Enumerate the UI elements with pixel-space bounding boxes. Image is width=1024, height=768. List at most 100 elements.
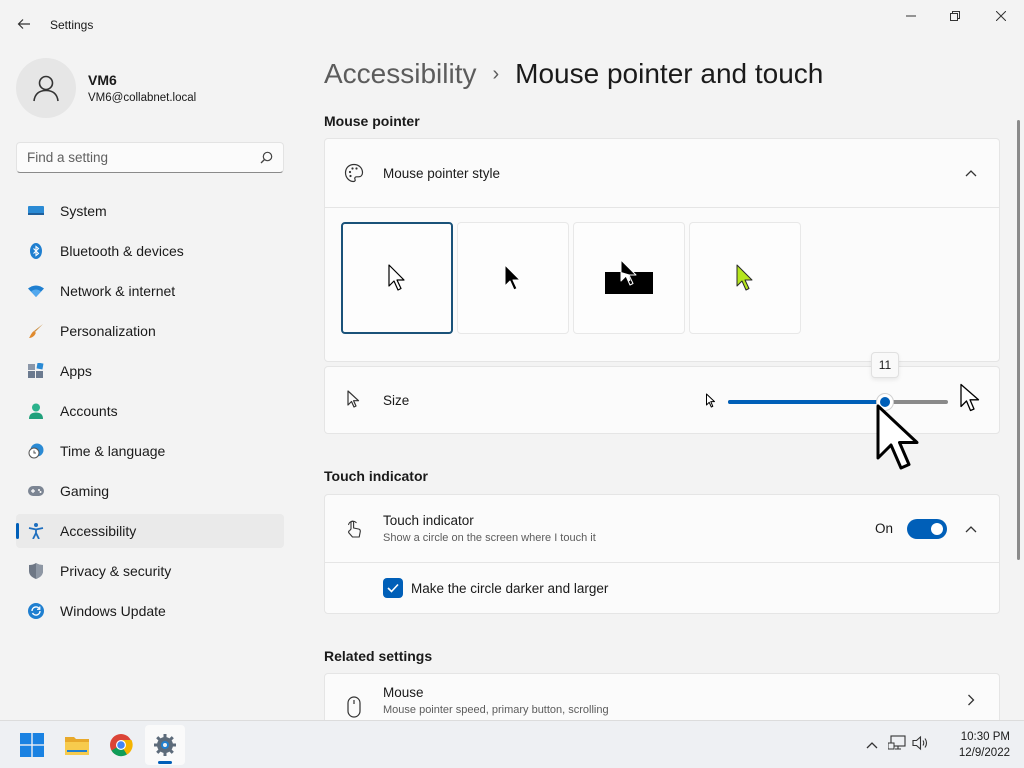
sidebar-item-label: Network & internet — [60, 283, 176, 299]
sidebar-item-gaming[interactable]: Gaming — [16, 474, 284, 508]
chrome-icon — [110, 734, 133, 757]
sidebar-item-label: Bluetooth & devices — [60, 243, 184, 259]
mouse-cursor-icon — [876, 404, 919, 470]
touch-hand-icon — [343, 518, 365, 540]
mouse-icon — [343, 696, 365, 718]
bluetooth-icon — [28, 243, 44, 259]
file-explorer-button[interactable] — [57, 725, 97, 765]
size-label: Size — [383, 392, 410, 408]
section-heading-mouse-pointer: Mouse pointer — [324, 113, 420, 129]
close-icon — [996, 11, 1006, 21]
touch-indicator-card: Touch indicator Show a circle on the scr… — [324, 494, 1000, 614]
sidebar-item-accessibility[interactable]: Accessibility — [16, 514, 284, 548]
clock[interactable]: 10:30 PM 12/9/2022 — [944, 729, 1010, 761]
size-slider-fill — [728, 400, 885, 404]
scrollbar[interactable] — [1017, 120, 1020, 560]
app-title: Settings — [50, 18, 94, 32]
sidebar-item-apps[interactable]: Apps — [16, 354, 284, 388]
brush-icon — [28, 323, 44, 339]
pointer-style-options — [325, 207, 999, 361]
apps-icon — [28, 363, 44, 379]
checkmark-icon — [387, 583, 399, 593]
title-bar: Settings — [0, 0, 1024, 48]
person-icon — [28, 403, 44, 419]
start-button[interactable] — [12, 725, 52, 765]
sidebar-item-windows-update[interactable]: Windows Update — [16, 594, 284, 628]
pointer-style-black[interactable] — [457, 222, 569, 334]
chevron-up-icon[interactable] — [959, 169, 983, 177]
folder-icon — [65, 737, 89, 755]
sidebar-item-label: Personalization — [60, 323, 156, 339]
sidebar-item-label: Gaming — [60, 483, 110, 499]
related-mouse-card[interactable]: Mouse Mouse pointer speed, primary butto… — [324, 673, 1000, 720]
darker-circle-checkbox[interactable] — [383, 578, 403, 598]
volume-icon[interactable] — [912, 735, 930, 756]
minimize-icon — [906, 15, 916, 17]
pointer-style-white[interactable] — [341, 222, 453, 334]
related-mouse-description: Mouse pointer speed, primary button, scr… — [383, 703, 609, 716]
search-icon[interactable] — [260, 151, 273, 164]
touch-indicator-toggle[interactable] — [907, 518, 947, 539]
pointer-style-custom[interactable] — [689, 222, 801, 334]
sidebar-item-label: Accounts — [60, 403, 118, 419]
sidebar-item-label: Windows Update — [60, 603, 166, 619]
back-arrow-icon — [17, 19, 30, 29]
sidebar-item-privacy[interactable]: Privacy & security — [16, 554, 284, 588]
gamepad-icon — [28, 483, 44, 499]
clock-time: 10:30 PM — [960, 731, 1010, 743]
sidebar-item-label: Accessibility — [60, 523, 137, 539]
sidebar-item-network[interactable]: Network & internet — [16, 274, 284, 308]
related-mouse-clip: Mouse Mouse pointer speed, primary butto… — [324, 673, 1000, 720]
system-icon — [28, 203, 44, 219]
restore-icon — [950, 11, 960, 21]
mouse-pointer-style-header[interactable]: Mouse pointer style — [325, 139, 999, 207]
profile-name: VM6 — [88, 72, 117, 88]
accessibility-icon — [28, 523, 44, 539]
large-pointer-icon — [959, 383, 981, 418]
sidebar-item-label: Privacy & security — [60, 563, 172, 579]
touch-indicator-row: Touch indicator Show a circle on the scr… — [325, 495, 999, 563]
pointer-size-icon — [343, 389, 365, 411]
search-box[interactable] — [16, 142, 284, 173]
settings-gear-icon — [154, 734, 176, 756]
back-button[interactable] — [10, 10, 38, 38]
breadcrumb: Accessibility › Mouse pointer and touch — [324, 58, 823, 90]
maximize-button[interactable] — [932, 0, 978, 32]
settings-taskbar-button[interactable] — [145, 725, 185, 765]
clock-globe-icon — [28, 443, 44, 459]
black-pointer-icon — [504, 264, 521, 291]
page-title: Mouse pointer and touch — [515, 58, 824, 89]
user-profile[interactable]: VM6 VM6@collabnet.local — [16, 58, 196, 118]
close-button[interactable] — [978, 0, 1024, 32]
darker-circle-label[interactable]: Make the circle darker and larger — [411, 581, 608, 596]
sidebar-item-personalization[interactable]: Personalization — [16, 314, 284, 348]
avatar — [16, 58, 76, 118]
chrome-button[interactable] — [101, 725, 141, 765]
custom-color-pointer-icon — [736, 264, 753, 291]
nav-menu: System Bluetooth & devices Network & int… — [16, 194, 284, 634]
related-mouse-title: Mouse — [383, 684, 424, 700]
profile-email: VM6@collabnet.local — [88, 92, 197, 104]
breadcrumb-parent-link[interactable]: Accessibility — [324, 58, 476, 90]
breadcrumb-separator: › — [492, 62, 500, 85]
system-tray — [866, 721, 930, 768]
pointer-style-inverted[interactable] — [573, 222, 685, 334]
darker-circle-row: Make the circle darker and larger — [325, 563, 999, 613]
chevron-up-icon[interactable] — [959, 525, 983, 533]
sidebar-item-time-language[interactable]: Time & language — [16, 434, 284, 468]
sidebar-item-label: Time & language — [60, 443, 166, 459]
minimize-button[interactable] — [888, 0, 934, 32]
sidebar-item-label: System — [60, 203, 107, 219]
touch-indicator-description: Show a circle on the screen where I touc… — [383, 532, 596, 544]
sidebar-item-system[interactable]: System — [16, 194, 284, 228]
section-heading-related-settings: Related settings — [324, 648, 433, 664]
sidebar-item-label: Apps — [60, 363, 92, 379]
network-status-icon[interactable] — [887, 734, 906, 756]
sidebar-item-accounts[interactable]: Accounts — [16, 394, 284, 428]
chevron-right-icon — [959, 694, 983, 706]
show-hidden-icons-chevron-icon[interactable] — [866, 736, 878, 754]
search-input[interactable] — [27, 150, 260, 165]
sidebar-item-bluetooth[interactable]: Bluetooth & devices — [16, 234, 284, 268]
mouse-pointer-style-label: Mouse pointer style — [383, 165, 501, 181]
size-value-tooltip: 11 — [871, 352, 899, 378]
